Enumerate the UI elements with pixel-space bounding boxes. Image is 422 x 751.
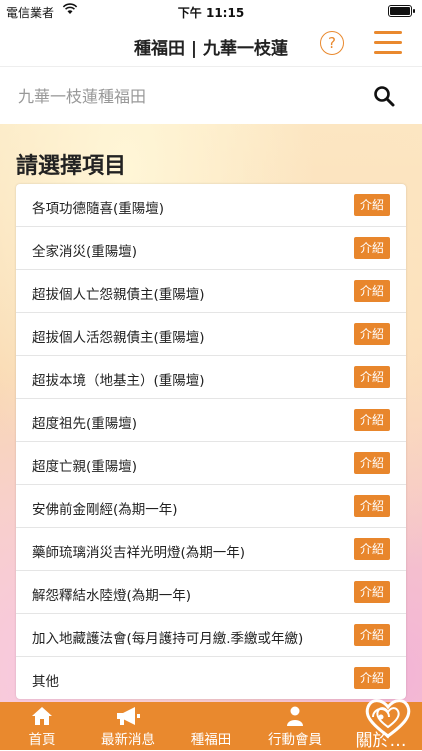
search-bar (0, 66, 422, 126)
list-item[interactable]: 其他 介紹 (16, 657, 406, 699)
intro-button[interactable]: 介紹 (354, 667, 390, 689)
item-label: 超拔個人亡怨親債主(重陽壇) (32, 287, 205, 303)
list-item[interactable]: 加入地藏護法會(每月護持可月繳.季繳或年繳) 介紹 (16, 614, 406, 657)
list-item[interactable]: 超度亡親(重陽壇) 介紹 (16, 442, 406, 485)
tab-home[interactable]: 首頁 (12, 702, 72, 750)
tab-bar: 首頁 最新消息 種福田 行動會員 關於… (0, 699, 422, 751)
intro-button[interactable]: 介紹 (354, 495, 390, 517)
item-label: 超度祖先(重陽壇) (32, 416, 138, 432)
status-bar: 電信業者 下午 11:15 (0, 0, 422, 22)
tab-news[interactable]: 最新消息 (88, 702, 168, 750)
list-item[interactable]: 藥師琉璃消災吉祥光明燈(為期一年) 介紹 (16, 528, 406, 571)
status-time: 下午 11:15 (177, 6, 245, 20)
intro-button[interactable]: 介紹 (354, 538, 390, 560)
list-item[interactable]: 超拔本境（地基主）(重陽壇) 介紹 (16, 356, 406, 399)
tab-label: 首頁 (28, 732, 56, 748)
intro-button[interactable]: 介紹 (354, 581, 390, 603)
home-icon (32, 707, 52, 725)
item-label: 超拔本境（地基主）(重陽壇) (32, 373, 205, 389)
tab-fortune[interactable]: 種福田 (178, 699, 411, 750)
info-icon (372, 708, 390, 720)
person-icon (287, 706, 303, 726)
tab-label: 行動會員 (268, 732, 322, 748)
tab-member[interactable]: 行動會員 (256, 702, 334, 750)
nav-bar: 種福田 | 九華一枝蓮 ? (0, 22, 422, 66)
battery-icon (388, 5, 415, 17)
list-item[interactable]: 全家消災(重陽壇) 介紹 (16, 227, 406, 270)
item-label: 超度亡親(重陽壇) (32, 459, 138, 475)
list-item[interactable]: 安佛前金剛經(為期一年) 介紹 (16, 485, 406, 528)
tab-label: 最新消息 (101, 732, 155, 748)
item-list: 各項功德隨喜(重陽壇) 介紹 全家消災(重陽壇) 介紹 超拔個人亡怨親債主(重陽壇)… (16, 184, 406, 699)
item-label: 安佛前金剛經(為期一年) (32, 502, 178, 518)
tab-label: 關於… (355, 731, 407, 751)
tab-about[interactable]: 關於… (344, 702, 418, 751)
help-icon[interactable]: ? (320, 31, 344, 55)
item-label: 超拔個人活怨親債主(重陽壇) (32, 330, 205, 346)
item-label: 各項功德隨喜(重陽壇) (32, 201, 165, 217)
menu-icon[interactable] (374, 30, 402, 56)
item-label: 解怨釋結水陸燈(為期一年) (32, 588, 192, 604)
item-label: 藥師琉璃消災吉祥光明燈(為期一年) (32, 545, 246, 561)
intro-button[interactable]: 介紹 (354, 409, 390, 431)
list-item[interactable]: 解怨釋結水陸燈(為期一年) 介紹 (16, 571, 406, 614)
item-label: 全家消災(重陽壇) (32, 244, 138, 260)
list-item[interactable]: 各項功德隨喜(重陽壇) 介紹 (16, 184, 406, 227)
list-item[interactable]: 超度祖先(重陽壇) 介紹 (16, 399, 406, 442)
item-label: 其他 (32, 674, 59, 690)
intro-button[interactable]: 介紹 (354, 366, 390, 388)
item-label: 加入地藏護法會(每月護持可月繳.季繳或年繳) (32, 631, 304, 647)
tab-label: 種福田 (190, 732, 232, 748)
intro-button[interactable]: 介紹 (354, 237, 390, 259)
megaphone-icon (117, 707, 140, 725)
intro-button[interactable]: 介紹 (354, 624, 390, 646)
intro-button[interactable]: 介紹 (354, 280, 390, 302)
intro-button[interactable]: 介紹 (354, 323, 390, 345)
intro-button[interactable]: 介紹 (354, 194, 390, 216)
intro-button[interactable]: 介紹 (354, 452, 390, 474)
list-item[interactable]: 超拔個人亡怨親債主(重陽壇) 介紹 (16, 270, 406, 313)
search-input[interactable] (16, 81, 360, 111)
section-title: 請選擇項目 (16, 154, 127, 179)
search-icon[interactable] (372, 84, 396, 108)
page-title: 種福田 | 九華一枝蓮 (133, 39, 289, 59)
list-item[interactable]: 超拔個人活怨親債主(重陽壇) 介紹 (16, 313, 406, 356)
